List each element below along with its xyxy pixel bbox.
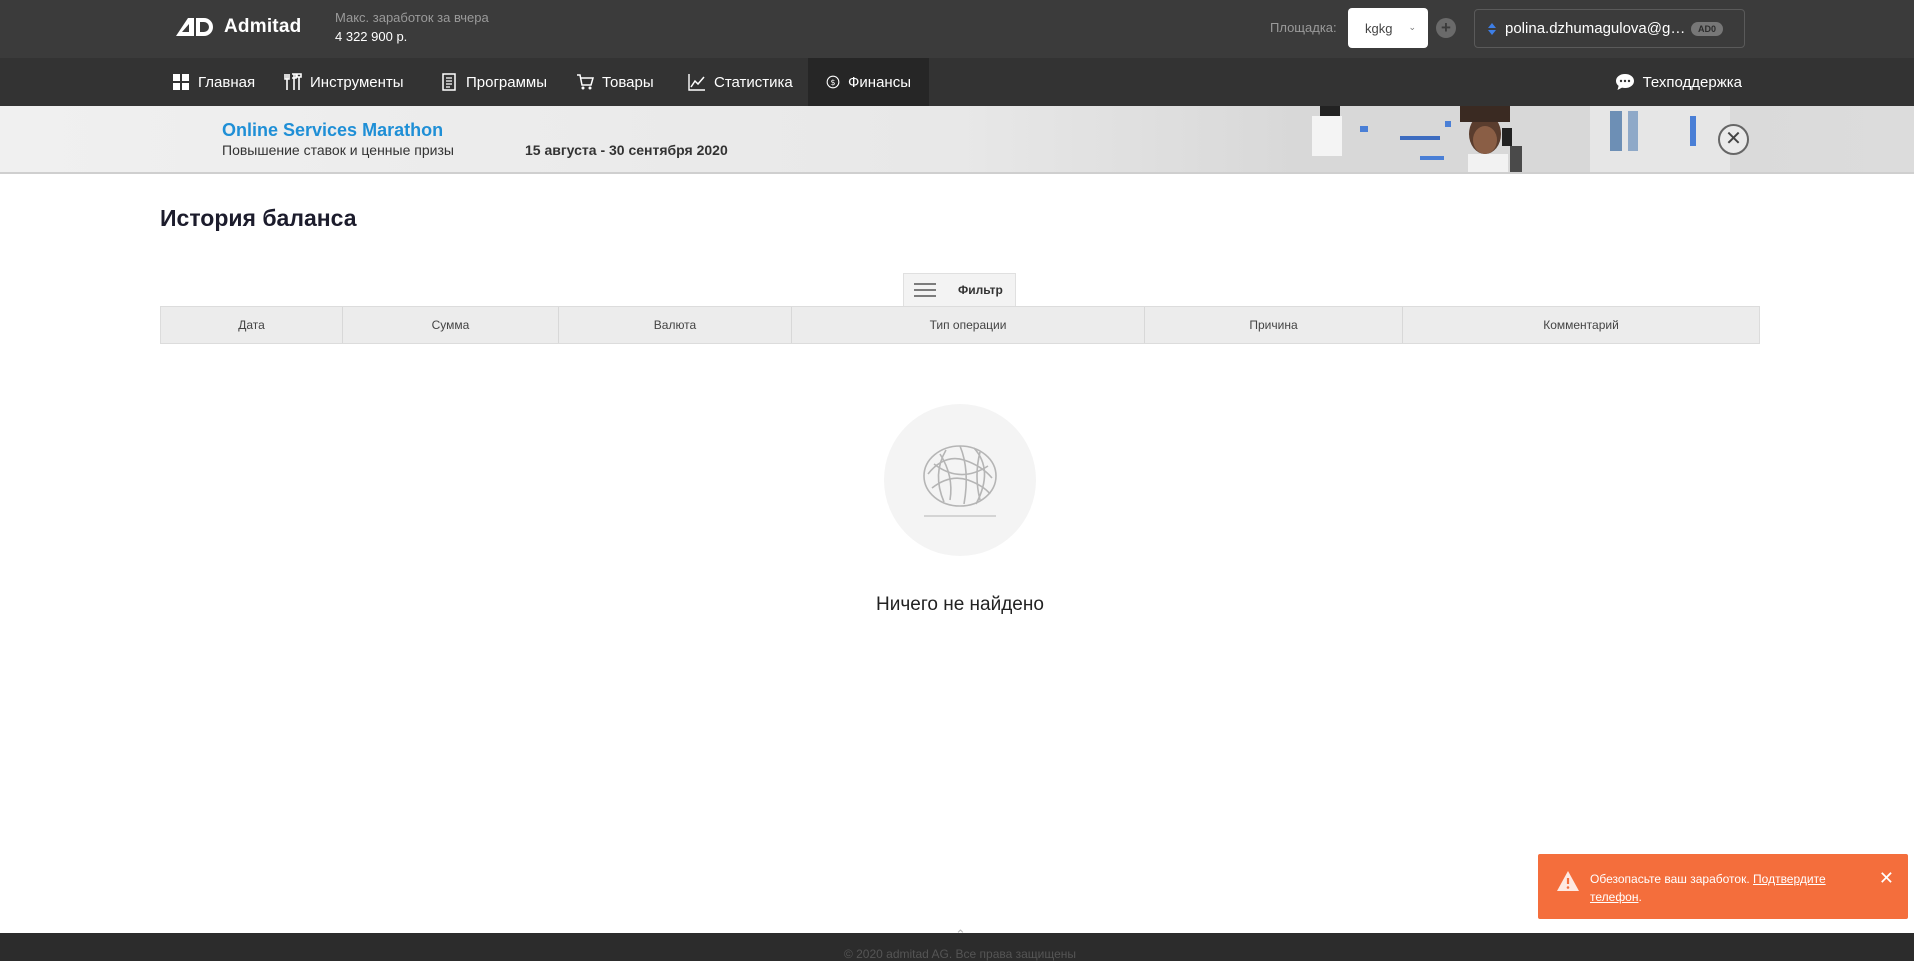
earnings-label: Макс. заработок за вчера — [335, 10, 489, 25]
platform-select-value: kgkg — [1365, 20, 1393, 36]
footer-copyright: © 2020 admitad AG. Все права защищены — [843, 947, 1077, 961]
close-icon[interactable]: ✕ — [1879, 868, 1894, 889]
footer: ⌃ © 2020 admitad AG. Все права защищены — [0, 927, 1914, 961]
account-menu[interactable]: polina.dzhumagulova@g… AD0 — [1474, 9, 1745, 48]
add-platform-button[interactable]: + — [1436, 18, 1456, 38]
page-title: История баланса — [160, 205, 357, 231]
banner-title: Online Services Marathon — [222, 120, 444, 140]
nav-item-home[interactable]: Главная — [154, 58, 273, 106]
promo-banner[interactable]: Online Services Marathon Повышение ставо… — [0, 106, 1914, 174]
grid-icon — [173, 74, 189, 90]
filter-label: Фильтр — [958, 283, 1003, 297]
nav-label: Программы — [466, 73, 548, 91]
tumbleweed-icon — [923, 445, 997, 517]
nav-item-products[interactable]: Товары — [558, 58, 672, 106]
nav-item-statistics[interactable]: Статистика — [670, 58, 811, 106]
admitad-logo[interactable]: Admitad — [174, 14, 301, 40]
nav-item-programs[interactable]: Программы — [422, 58, 565, 106]
cart-icon — [577, 74, 594, 90]
chevron-down-icon: ⌄ — [1408, 22, 1416, 32]
nav-label: Инструменты — [310, 73, 404, 91]
tools-icon — [284, 73, 302, 90]
support-link[interactable]: Техподдержка — [1615, 58, 1742, 106]
nav-label: Финансы — [848, 73, 911, 91]
top-header: Admitad Макс. заработок за вчера 4 322 9… — [0, 0, 1914, 58]
platform-select[interactable]: kgkg ⌄ — [1348, 8, 1428, 48]
nav-item-tools[interactable]: Инструменты — [266, 58, 422, 106]
warning-icon — [1557, 871, 1579, 891]
security-toast: Обезопасьте ваш заработок. Подтвердите т… — [1538, 854, 1908, 919]
column-header[interactable]: Тип операции — [792, 307, 1145, 343]
hamburger-icon — [914, 283, 936, 297]
chart-line-icon — [688, 74, 705, 91]
logo-text: Admitad — [224, 16, 302, 37]
nav-label: Статистика — [714, 73, 793, 91]
account-badge: AD0 — [1691, 21, 1724, 36]
toast-text: Обезопасьте ваш заработок. — [1590, 872, 1750, 886]
nav-label: Товары — [602, 73, 654, 91]
nav-item-finance[interactable]: $ Финансы — [808, 58, 929, 106]
toast-message: Обезопасьте ваш заработок. Подтвердите т… — [1590, 870, 1860, 906]
column-header[interactable]: Валюта — [559, 307, 792, 343]
dollar-circle-icon: $ — [826, 75, 840, 89]
chevron-up-icon[interactable]: ⌃ — [955, 927, 966, 943]
banner-close-button[interactable]: ✕ — [1718, 124, 1749, 155]
main-nav: Главная Инструменты Программы Товары Ста… — [0, 58, 1914, 106]
empty-state-illustration — [884, 404, 1036, 556]
column-header[interactable]: Сумма — [343, 307, 559, 343]
document-icon — [442, 73, 456, 91]
earnings-summary: Макс. заработок за вчера 4 322 900 р. — [335, 10, 489, 48]
banner-subtitle: Повышение ставок и ценные призы — [222, 142, 454, 158]
earnings-value: 4 322 900 р. — [335, 29, 408, 44]
nav-label: Главная — [198, 73, 256, 91]
banner-photo — [1310, 106, 1730, 172]
platform-label: Площадка: — [1270, 20, 1337, 35]
column-header[interactable]: Комментарий — [1403, 307, 1759, 343]
toast-suffix: . — [1638, 890, 1642, 904]
filter-toggle[interactable]: Фильтр — [903, 273, 1016, 306]
support-label: Техподдержка — [1642, 73, 1742, 91]
chat-bubble-icon — [1615, 74, 1634, 90]
column-header[interactable]: Причина — [1145, 307, 1403, 343]
table-header: Дата Сумма Валюта Тип операции Причина К… — [160, 306, 1760, 344]
admitad-logo-icon — [176, 18, 213, 36]
sort-arrows-icon — [1488, 22, 1496, 35]
account-email: polina.dzhumagulova@g… — [1505, 20, 1685, 37]
banner-dates: 15 августа - 30 сентября 2020 — [525, 142, 728, 158]
svg-text:$: $ — [831, 78, 836, 87]
empty-state-text: Ничего не найдено — [876, 594, 1044, 615]
column-header[interactable]: Дата — [161, 307, 343, 343]
